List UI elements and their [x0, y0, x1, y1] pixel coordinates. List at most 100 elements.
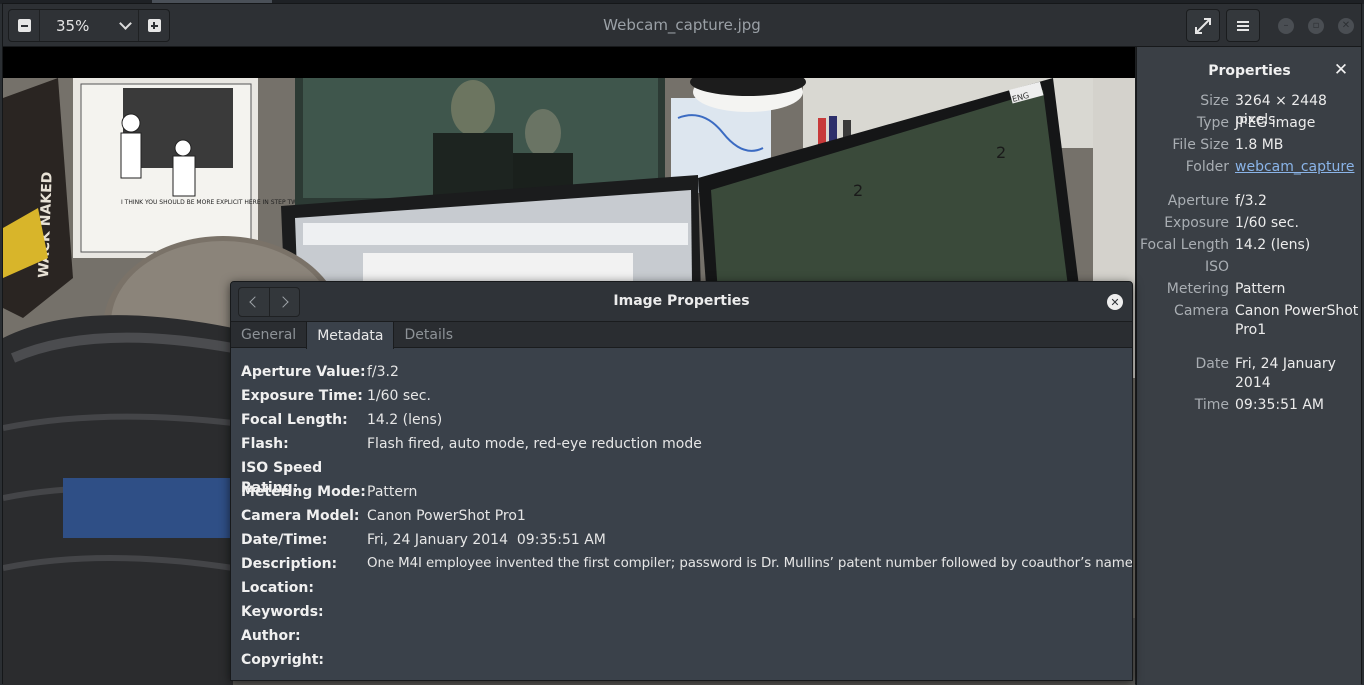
prop-row-iso: ISO [1137, 258, 1362, 277]
minimize-button[interactable]: – [1278, 18, 1294, 34]
prop-value: 1.8 MB [1235, 137, 1284, 153]
prop-key: Camera [1174, 303, 1229, 319]
prop-row-date: Date Fri, 24 January 2014 [1137, 355, 1362, 393]
metadata-key: Camera Model: [241, 508, 360, 524]
image-navigation [238, 287, 300, 317]
metadata-row: Camera Model: Canon PowerShot Pro1 [241, 506, 526, 526]
prop-row-camera: Camera Canon PowerShot Pro1 [1137, 302, 1362, 340]
hamburger-menu-icon [1237, 20, 1249, 31]
metadata-row: Metering Mode: Pattern [241, 482, 417, 502]
monitor-number-left: 2 [853, 181, 863, 200]
prop-value: 14.2 (lens) [1235, 237, 1311, 253]
metadata-key: Description: [241, 556, 338, 572]
zoom-in-button[interactable] [139, 10, 169, 41]
dialog-header: Image Properties ✕ [231, 282, 1132, 322]
metadata-key: Exposure Time: [241, 388, 363, 404]
fullscreen-icon [1195, 17, 1211, 34]
cartoon-caption: I THINK YOU SHOULD BE MORE EXPLICIT HERE… [121, 199, 302, 206]
metadata-row: Focal Length: 14.2 (lens) [241, 410, 442, 430]
prop-value: webcam_capture [1229, 158, 1359, 177]
next-image-button[interactable] [268, 288, 300, 316]
monitor-number-right: 2 [996, 143, 1006, 162]
metadata-row: Copyright: [241, 650, 367, 670]
chevron-right-icon [277, 296, 289, 308]
prop-key: Focal Length [1139, 237, 1229, 253]
prop-key: Exposure [1164, 215, 1229, 231]
prop-value: Canon PowerShot Pro1 [1235, 303, 1359, 338]
prop-row-type: Type JPEG image [1137, 114, 1362, 133]
maximize-icon: ▫ [1312, 20, 1320, 31]
prop-value: Fri, 24 January 2014 [1235, 356, 1336, 391]
zoom-in-icon [147, 19, 161, 32]
tab-general[interactable]: General [231, 322, 306, 348]
sidebar-title: Properties [1208, 63, 1291, 79]
metadata-row: Flash: Flash fired, auto mode, red-eye re… [241, 434, 702, 454]
metadata-key: Focal Length: [241, 412, 348, 428]
metadata-value: One M4I employee invented the first comp… [367, 556, 1133, 571]
metadata-value: 14.2 (lens) [367, 412, 443, 428]
metadata-value: f/3.2 [367, 364, 399, 380]
tab-details[interactable]: Details [394, 322, 463, 348]
chevron-down-icon [119, 16, 132, 30]
properties-sidebar: Properties ✕ Size 3264 × 2448 pixels Typ… [1136, 47, 1361, 685]
zoom-out-button[interactable] [9, 10, 39, 41]
metadata-row: Location: [241, 578, 367, 598]
maximize-button[interactable]: ▫ [1308, 18, 1324, 34]
prop-row-folder: Folder webcam_capture [1137, 158, 1362, 177]
header-bar: 35% Webcam_capture.jpg – ▫ ✕ [3, 4, 1361, 47]
prop-key: Folder [1185, 159, 1229, 175]
dialog-title: Image Properties [613, 293, 750, 309]
prop-key: Aperture [1167, 193, 1229, 209]
prop-row-exposure: Exposure 1/60 sec. [1137, 214, 1362, 233]
metadata-key: Aperture Value: [241, 364, 366, 380]
metadata-key: Location: [241, 580, 314, 596]
fullscreen-button[interactable] [1186, 9, 1220, 42]
minimize-icon: – [1283, 20, 1289, 31]
metadata-key: Author: [241, 628, 301, 644]
metadata-row: Description: One M4I employee invented th… [241, 554, 1133, 574]
close-icon: ✕ [1341, 20, 1351, 31]
prop-key: ISO [1204, 259, 1229, 275]
metadata-key: Keywords: [241, 604, 324, 620]
tab-metadata[interactable]: Metadata [306, 322, 395, 349]
prop-value: f/3.2 [1235, 193, 1267, 209]
zoom-level-dropdown[interactable]: 35% [39, 10, 139, 41]
prop-key: Date [1195, 356, 1229, 372]
metadata-key: Date/Time: [241, 532, 328, 548]
window-close-button[interactable]: ✕ [1338, 18, 1354, 34]
prop-key: Type [1196, 115, 1229, 131]
metadata-row: Author: [241, 626, 367, 646]
prop-value: 09:35:51 AM [1235, 397, 1324, 413]
close-icon: ✕ [1333, 60, 1349, 80]
menu-button[interactable] [1226, 9, 1260, 42]
metadata-value: Fri, 24 January 2014 09:35:51 AM [367, 532, 606, 548]
metadata-row: Keywords: [241, 602, 367, 622]
prop-row-metering: Metering Pattern [1137, 280, 1362, 299]
zoom-out-icon [17, 19, 31, 32]
metadata-value: Pattern [367, 484, 418, 500]
image-properties-dialog: Image Properties ✕ General Metadata Deta… [230, 281, 1133, 681]
window-title: Webcam_capture.jpg [603, 16, 761, 34]
prop-row-time: Time 09:35:51 AM [1137, 396, 1362, 415]
prop-key: Time [1194, 397, 1229, 413]
prop-row-aperture: Aperture f/3.2 [1137, 192, 1362, 211]
metadata-value: 1/60 sec. [367, 388, 431, 404]
metadata-key: Metering Mode: [241, 484, 366, 500]
prop-row-file-size: File Size 1.8 MB [1137, 136, 1362, 155]
metadata-key: Copyright: [241, 652, 325, 668]
metadata-row: Exposure Time: 1/60 sec. [241, 386, 431, 406]
close-icon: ✕ [1110, 295, 1120, 309]
prop-key: Metering [1166, 281, 1229, 297]
chevron-left-icon [249, 296, 261, 308]
metadata-value: Flash fired, auto mode, red-eye reductio… [367, 436, 702, 452]
metadata-key: Flash: [241, 436, 289, 452]
metadata-row: Date/Time: Fri, 24 January 2014 09:35:51 … [241, 530, 606, 550]
prop-key: File Size [1172, 137, 1229, 153]
dialog-close-button[interactable]: ✕ [1107, 294, 1123, 310]
zoom-level-value: 35% [56, 16, 90, 35]
prop-row-focal-length: Focal Length 14.2 (lens) [1137, 236, 1362, 255]
previous-image-button[interactable] [239, 288, 269, 316]
sidebar-close-button[interactable]: ✕ [1331, 60, 1351, 80]
metadata-row: Aperture Value: f/3.2 [241, 362, 399, 382]
folder-link[interactable]: webcam_capture [1235, 159, 1354, 175]
